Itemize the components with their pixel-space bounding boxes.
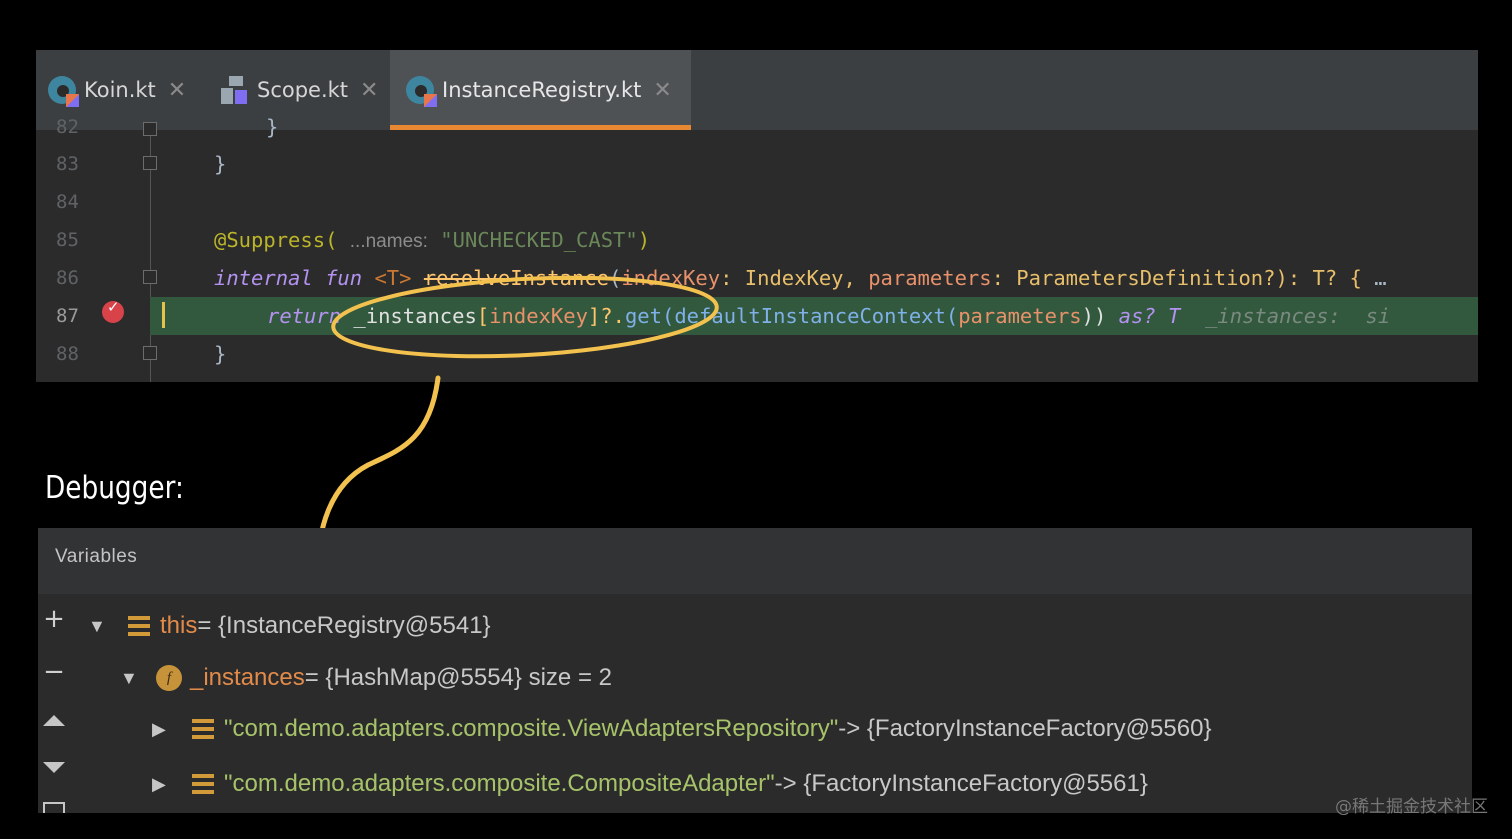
expand-toggle-icon[interactable]: ▶ [152, 774, 176, 795]
variables-toolbar: + − [38, 594, 71, 813]
duplicate-watch-icon[interactable] [43, 802, 65, 813]
variables-panel: Variables + − ▼ this = {InstanceRegistry… [38, 528, 1472, 813]
variable-value: = {InstanceRegistry@5541} [197, 612, 491, 639]
variable-name: _instances [190, 664, 305, 691]
map-entry-row[interactable]: ▶ "com.demo.adapters.composite.Composite… [152, 764, 1148, 804]
variable-row-this[interactable]: ▼ this = {InstanceRegistry@5541} [88, 606, 491, 646]
expand-toggle-icon[interactable]: ▼ [88, 616, 112, 637]
watermark: @稀土掘金技术社区 [1335, 797, 1488, 817]
expand-toggle-icon[interactable]: ▼ [120, 668, 144, 689]
remove-watch-icon[interactable]: − [42, 659, 66, 685]
entry-icon [192, 719, 214, 739]
map-value: -> {FactoryInstanceFactory@5561} [774, 770, 1148, 797]
field-icon: f [156, 665, 182, 691]
map-key: "com.demo.adapters.composite.CompositeAd… [224, 770, 775, 797]
variables-title: Variables [55, 546, 138, 567]
variable-row-instances[interactable]: ▼ f _instances = {HashMap@5554} size = 2 [120, 658, 612, 698]
variable-name: this [160, 612, 198, 639]
variables-header: Variables [38, 528, 1472, 594]
move-down-icon[interactable] [43, 762, 65, 773]
object-icon [128, 616, 150, 636]
move-up-icon[interactable] [43, 715, 65, 726]
expand-toggle-icon[interactable]: ▶ [152, 719, 176, 740]
map-key: "com.demo.adapters.composite.ViewAdapter… [224, 715, 839, 742]
variable-value: = {HashMap@5554} size = 2 [304, 664, 612, 691]
highlight-ellipse [331, 275, 719, 359]
entry-icon [192, 774, 214, 794]
map-value: -> {FactoryInstanceFactory@5560} [838, 715, 1212, 742]
map-entry-row[interactable]: ▶ "com.demo.adapters.composite.ViewAdapt… [152, 709, 1211, 749]
debugger-heading: Debugger: [45, 470, 184, 506]
add-watch-icon[interactable]: + [42, 606, 66, 632]
